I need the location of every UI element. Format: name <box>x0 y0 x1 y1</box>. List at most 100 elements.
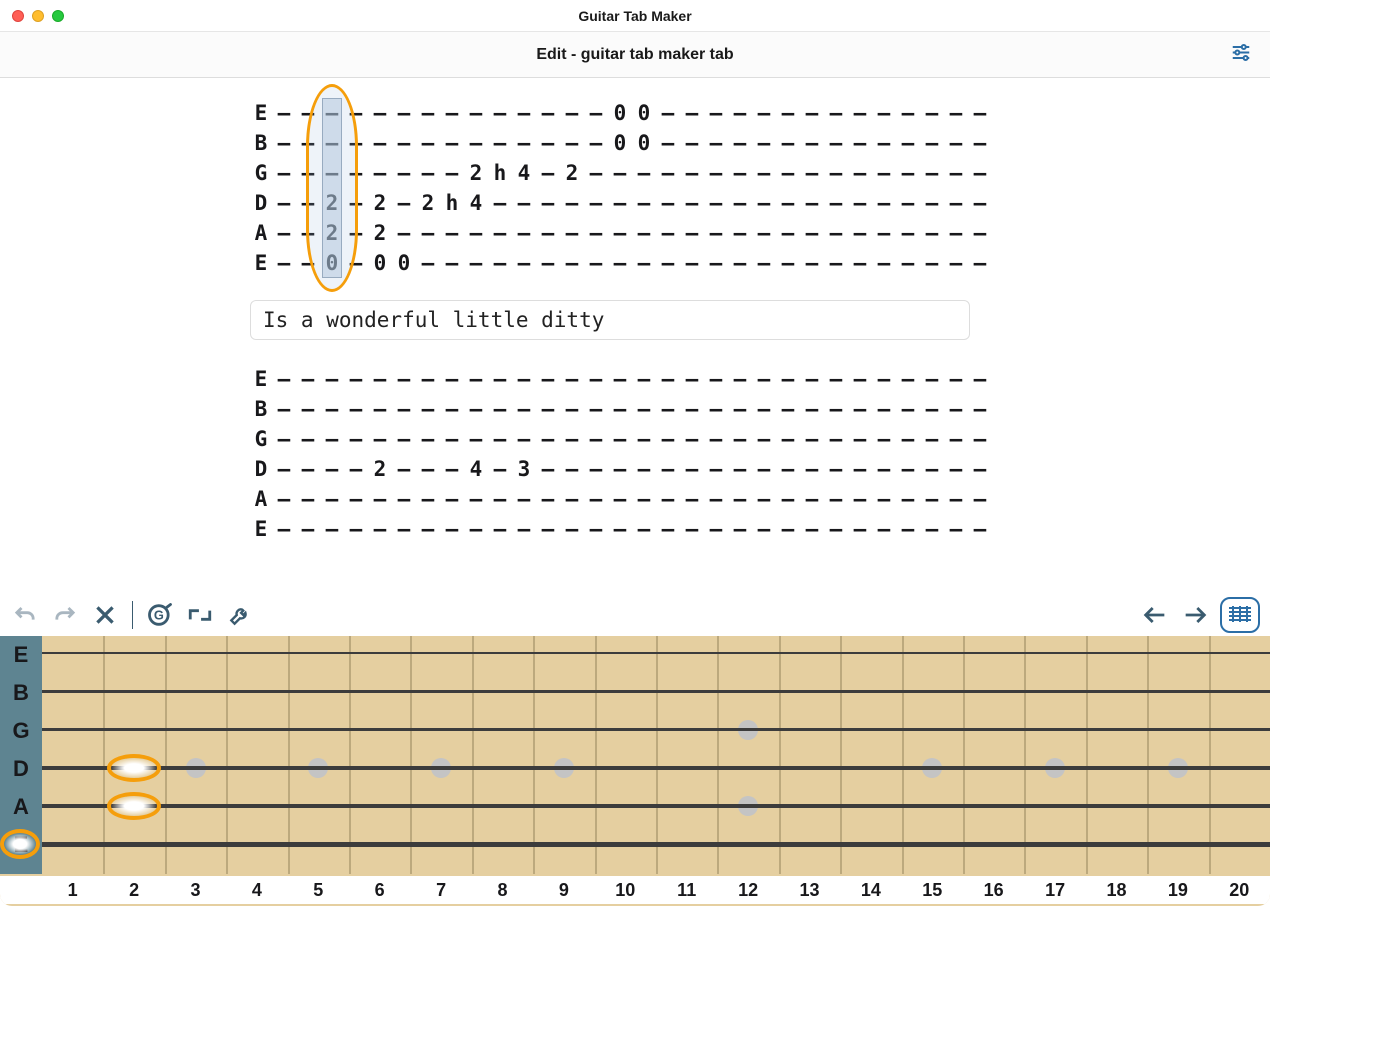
tab-cell[interactable]: — <box>320 394 344 424</box>
fretboard-finger-marker[interactable] <box>107 754 161 782</box>
tab-cell[interactable]: — <box>800 158 824 188</box>
tab-string-row[interactable]: E——————————————00—————————————— <box>250 98 1010 128</box>
tab-cell[interactable]: — <box>872 248 896 278</box>
tab-cell[interactable]: — <box>968 218 992 248</box>
tab-cell[interactable]: — <box>680 454 704 484</box>
tab-cell[interactable]: — <box>368 424 392 454</box>
tab-cell[interactable]: — <box>488 454 512 484</box>
tab-cell[interactable]: — <box>896 514 920 544</box>
tab-cell[interactable]: — <box>464 218 488 248</box>
tab-cell[interactable]: — <box>872 218 896 248</box>
tab-cell[interactable]: — <box>344 158 368 188</box>
tab-cell[interactable]: — <box>896 454 920 484</box>
tab-cell[interactable]: — <box>632 218 656 248</box>
tab-cell[interactable]: — <box>392 364 416 394</box>
tab-cell[interactable]: — <box>800 484 824 514</box>
tab-cell[interactable]: — <box>536 188 560 218</box>
tab-cell[interactable]: — <box>440 128 464 158</box>
close-window-button[interactable] <box>12 10 24 22</box>
tab-cell[interactable]: — <box>272 188 296 218</box>
tab-cell[interactable]: — <box>896 218 920 248</box>
tab-cell[interactable]: — <box>392 218 416 248</box>
tab-cell[interactable]: 0 <box>608 128 632 158</box>
tab-cell[interactable]: — <box>848 98 872 128</box>
undo-button[interactable] <box>10 600 40 630</box>
tab-cell[interactable]: — <box>512 188 536 218</box>
tab-cell[interactable]: — <box>488 128 512 158</box>
tab-cell[interactable]: — <box>800 248 824 278</box>
tab-cell[interactable]: — <box>440 248 464 278</box>
tab-cell[interactable]: — <box>512 484 536 514</box>
fullscreen-window-button[interactable] <box>52 10 64 22</box>
tab-cell[interactable]: — <box>488 424 512 454</box>
tab-cell[interactable]: — <box>440 218 464 248</box>
tab-cell[interactable]: — <box>704 484 728 514</box>
tab-cell[interactable]: — <box>608 454 632 484</box>
tab-string-row[interactable]: E—————————————————————————————— <box>250 364 1010 394</box>
tab-cell[interactable]: — <box>656 218 680 248</box>
tab-cell[interactable]: — <box>800 394 824 424</box>
tab-cell[interactable]: — <box>296 394 320 424</box>
tab-cell[interactable]: — <box>368 98 392 128</box>
tab-cell[interactable]: — <box>368 484 392 514</box>
tab-cell[interactable]: — <box>392 454 416 484</box>
tab-cell[interactable]: — <box>368 128 392 158</box>
tab-cell[interactable]: — <box>944 364 968 394</box>
tab-cell[interactable]: — <box>920 484 944 514</box>
tab-cell[interactable]: — <box>824 98 848 128</box>
tab-cell[interactable]: — <box>608 158 632 188</box>
tab-cell[interactable]: — <box>656 424 680 454</box>
tab-cell[interactable]: — <box>824 364 848 394</box>
tab-cell[interactable]: — <box>920 248 944 278</box>
tab-cell[interactable]: — <box>416 394 440 424</box>
tab-cell[interactable]: — <box>920 424 944 454</box>
tab-cell[interactable]: — <box>560 514 584 544</box>
tab-cell[interactable]: — <box>824 454 848 484</box>
tab-cell[interactable]: — <box>800 424 824 454</box>
tab-cell[interactable]: — <box>920 98 944 128</box>
tab-cell[interactable]: — <box>968 484 992 514</box>
fretboard-string-line[interactable] <box>0 766 1270 770</box>
tab-cell[interactable]: — <box>440 424 464 454</box>
tab-cell[interactable]: — <box>848 188 872 218</box>
tab-cell[interactable]: — <box>896 98 920 128</box>
tab-cell[interactable]: — <box>416 484 440 514</box>
tab-cell[interactable]: — <box>920 514 944 544</box>
tab-cell[interactable]: — <box>608 484 632 514</box>
tab-cell[interactable]: 2 <box>368 218 392 248</box>
tab-cell[interactable]: — <box>488 484 512 514</box>
tab-cell[interactable]: — <box>272 484 296 514</box>
tab-cell[interactable]: — <box>752 514 776 544</box>
tab-cell[interactable]: — <box>608 514 632 544</box>
tab-cell[interactable]: — <box>776 128 800 158</box>
tab-cell[interactable]: — <box>896 158 920 188</box>
tab-cell[interactable]: — <box>464 128 488 158</box>
fretboard-finger-marker[interactable] <box>0 829 40 859</box>
tab-cell[interactable]: — <box>584 394 608 424</box>
tab-cell[interactable]: — <box>440 364 464 394</box>
tab-cell[interactable]: — <box>584 514 608 544</box>
tab-cell[interactable]: — <box>776 484 800 514</box>
tab-cell[interactable]: — <box>872 484 896 514</box>
tab-cell[interactable]: — <box>800 454 824 484</box>
tab-cell[interactable]: — <box>680 158 704 188</box>
fretboard[interactable]: EBGDAE 1234567891011121314151617181920 <box>0 636 1270 906</box>
tab-cell[interactable]: — <box>824 394 848 424</box>
tab-cell[interactable]: — <box>704 514 728 544</box>
tab-cell[interactable]: — <box>848 248 872 278</box>
tab-editor[interactable]: E——————————————00——————————————B————————… <box>0 78 1270 544</box>
tab-cell[interactable]: — <box>344 454 368 484</box>
tab-cell[interactable]: 3 <box>512 454 536 484</box>
tab-cell[interactable]: — <box>560 98 584 128</box>
tab-cell[interactable]: — <box>440 394 464 424</box>
tab-cell[interactable]: — <box>752 454 776 484</box>
tab-cell[interactable]: — <box>680 514 704 544</box>
tab-string-row[interactable]: A—————————————————————————————— <box>250 484 1010 514</box>
tab-cell[interactable]: — <box>488 98 512 128</box>
tab-cell[interactable]: — <box>536 248 560 278</box>
tab-string-row[interactable]: B——————————————00—————————————— <box>250 128 1010 158</box>
tab-cell[interactable]: — <box>680 248 704 278</box>
tab-cell[interactable]: — <box>728 484 752 514</box>
tab-cell[interactable]: — <box>464 248 488 278</box>
tab-cell[interactable]: — <box>944 248 968 278</box>
